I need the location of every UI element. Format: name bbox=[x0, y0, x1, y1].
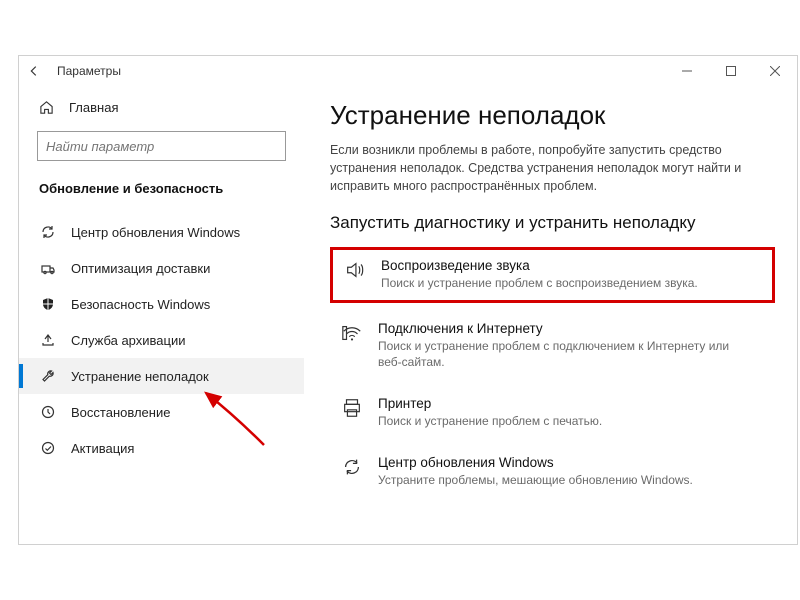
titlebar: Параметры bbox=[19, 56, 797, 86]
recovery-icon bbox=[39, 404, 57, 420]
sync-icon bbox=[338, 456, 366, 478]
troubleshooter-item-windows-update[interactable]: Центр обновления Windows Устраните пробл… bbox=[330, 447, 775, 496]
sidebar-item-windows-update[interactable]: Центр обновления Windows bbox=[19, 214, 304, 250]
sidebar-item-label: Активация bbox=[71, 441, 134, 456]
sidebar-item-troubleshoot[interactable]: Устранение неполадок bbox=[19, 358, 304, 394]
sidebar-item-label: Безопасность Windows bbox=[71, 297, 210, 312]
sidebar-item-delivery-optimization[interactable]: Оптимизация доставки bbox=[19, 250, 304, 286]
sidebar-item-activation[interactable]: Активация bbox=[19, 430, 304, 466]
main-content: Устранение неполадок Если возникли пробл… bbox=[304, 86, 797, 544]
troubleshooter-desc: Устраните проблемы, мешающие обновлению … bbox=[378, 472, 693, 488]
back-button[interactable] bbox=[27, 64, 51, 78]
printer-icon bbox=[338, 397, 366, 419]
search-input[interactable] bbox=[46, 139, 277, 154]
sidebar: Главная Обновление и безопасность Центр … bbox=[19, 86, 304, 544]
search-box[interactable] bbox=[37, 131, 286, 161]
home-icon bbox=[39, 100, 57, 115]
sidebar-item-label: Устранение неполадок bbox=[71, 369, 209, 384]
shield-icon bbox=[39, 296, 57, 312]
sidebar-home[interactable]: Главная bbox=[19, 92, 304, 123]
page-intro: Если возникли проблемы в работе, попробу… bbox=[330, 141, 760, 195]
troubleshooter-desc: Поиск и устранение проблем с печатью. bbox=[378, 413, 602, 429]
sync-icon bbox=[39, 224, 57, 240]
troubleshooter-text: Центр обновления Windows Устраните пробл… bbox=[378, 455, 693, 488]
page-subhead: Запустить диагностику и устранить непола… bbox=[330, 213, 775, 233]
sidebar-item-recovery[interactable]: Восстановление bbox=[19, 394, 304, 430]
sidebar-item-windows-security[interactable]: Безопасность Windows bbox=[19, 286, 304, 322]
troubleshooter-text: Подключения к Интернету Поиск и устранен… bbox=[378, 321, 738, 370]
speaker-icon bbox=[341, 259, 369, 281]
sidebar-home-label: Главная bbox=[69, 100, 118, 115]
maximize-button[interactable] bbox=[709, 56, 753, 86]
settings-window: Параметры Главная Обновление и безопасно… bbox=[18, 55, 798, 545]
troubleshooter-title: Подключения к Интернету bbox=[378, 321, 738, 336]
wifi-icon bbox=[338, 322, 366, 344]
sidebar-nav: Центр обновления Windows Оптимизация дос… bbox=[19, 214, 304, 466]
sidebar-item-label: Центр обновления Windows bbox=[71, 225, 240, 240]
sidebar-section-label: Обновление и безопасность bbox=[19, 175, 304, 206]
page-title: Устранение неполадок bbox=[330, 100, 775, 131]
activation-icon bbox=[39, 440, 57, 456]
delivery-icon bbox=[39, 260, 57, 276]
troubleshooter-desc: Поиск и устранение проблем с подключение… bbox=[378, 338, 738, 370]
sidebar-item-label: Восстановление bbox=[71, 405, 170, 420]
minimize-button[interactable] bbox=[665, 56, 709, 86]
troubleshooter-item-printer[interactable]: Принтер Поиск и устранение проблем с печ… bbox=[330, 388, 775, 437]
troubleshooter-text: Воспроизведение звука Поиск и устранение… bbox=[381, 258, 698, 291]
close-button[interactable] bbox=[753, 56, 797, 86]
troubleshooter-title: Центр обновления Windows bbox=[378, 455, 693, 470]
wrench-icon bbox=[39, 368, 57, 384]
sidebar-item-backup[interactable]: Служба архивации bbox=[19, 322, 304, 358]
backup-icon bbox=[39, 332, 57, 348]
troubleshooter-text: Принтер Поиск и устранение проблем с печ… bbox=[378, 396, 602, 429]
window-controls bbox=[665, 56, 797, 86]
troubleshooter-item-internet[interactable]: Подключения к Интернету Поиск и устранен… bbox=[330, 313, 775, 378]
troubleshooter-title: Воспроизведение звука bbox=[381, 258, 698, 273]
sidebar-item-label: Служба архивации bbox=[71, 333, 186, 348]
troubleshooter-list: Воспроизведение звука Поиск и устранение… bbox=[330, 247, 775, 496]
troubleshooter-desc: Поиск и устранение проблем с воспроизвед… bbox=[381, 275, 698, 291]
window-body: Главная Обновление и безопасность Центр … bbox=[19, 86, 797, 544]
troubleshooter-title: Принтер bbox=[378, 396, 602, 411]
troubleshooter-item-audio[interactable]: Воспроизведение звука Поиск и устранение… bbox=[330, 247, 775, 302]
sidebar-item-label: Оптимизация доставки bbox=[71, 261, 210, 276]
window-title: Параметры bbox=[57, 64, 121, 78]
